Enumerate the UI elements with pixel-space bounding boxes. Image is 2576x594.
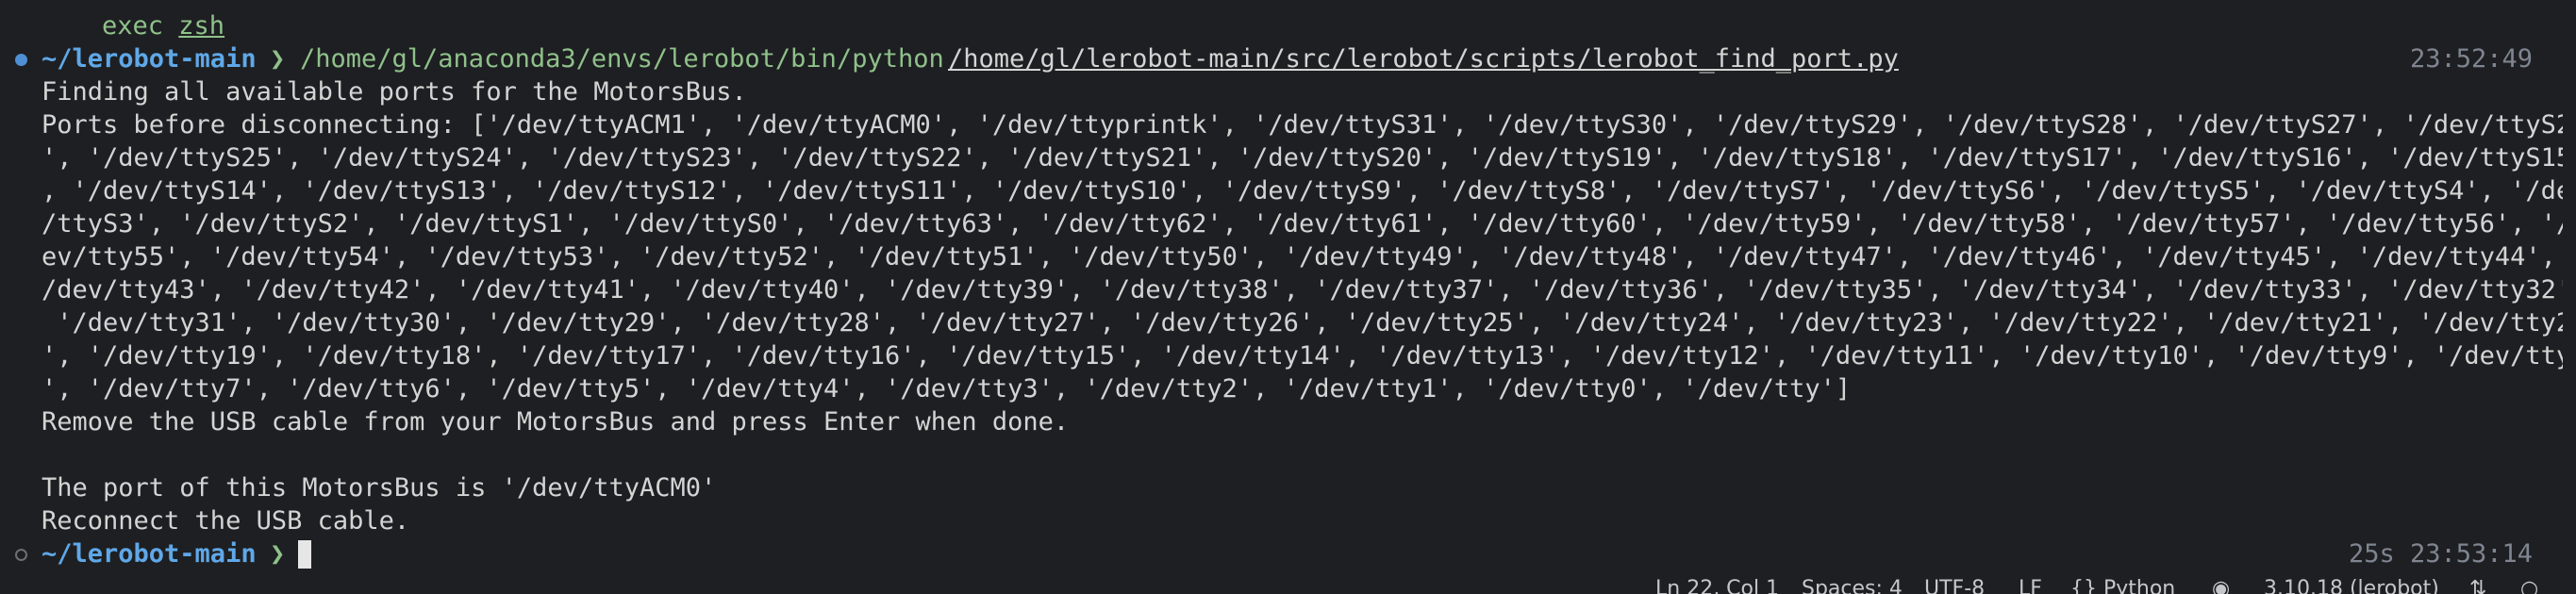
- prompt-time: 23:52:49: [2410, 44, 2534, 74]
- status-encoding[interactable]: UTF-8: [1924, 570, 1985, 594]
- prompt-line-1: ~/lerobot-main ❯ /home/gl/anaconda3/envs…: [0, 42, 2576, 75]
- status-eol[interactable]: LF: [2019, 570, 2042, 594]
- output-line: ', '/dev/tty7', '/dev/tty6', '/dev/tty5'…: [42, 374, 1852, 404]
- output-line: Reconnect the USB cable.: [42, 506, 410, 536]
- prompt-line-2: ~/lerobot-main ❯ 25s 23:53:14: [0, 537, 2576, 570]
- terminal-panel[interactable]: exec zsh ~/lerobot-main ❯ /home/gl/anaco…: [0, 0, 2576, 569]
- output-line: /dev/tty43', '/dev/tty42', '/dev/tty41',…: [42, 275, 2576, 305]
- command-interpreter[interactable]: /home/gl/anaconda3/envs/lerobot/bin/pyth…: [300, 42, 944, 75]
- output-line: ev/tty55', '/dev/tty54', '/dev/tty53', '…: [42, 242, 2576, 272]
- command-status-icon[interactable]: [15, 54, 27, 66]
- exec-command: zsh: [178, 11, 225, 41]
- terminal-scrollbar[interactable]: [2563, 0, 2576, 561]
- terminal-cursor[interactable]: [298, 540, 311, 569]
- status-interpreter[interactable]: 3.10.18 (lerobot): [2264, 570, 2439, 594]
- status-indentation[interactable]: Spaces: 4: [1802, 570, 1903, 594]
- prompt-arrow-icon: ❯: [270, 539, 286, 569]
- output-line: , '/dev/ttyS14', '/dev/ttyS13', '/dev/tt…: [42, 176, 2576, 206]
- output-line: Finding all available ports for the Moto…: [42, 77, 747, 107]
- output-line: Remove the USB cable from your MotorsBus…: [42, 407, 1070, 437]
- command-duration: 25s: [2349, 539, 2395, 569]
- status-cursor-position[interactable]: Ln 22, Col 1: [1655, 570, 1779, 594]
- exec-line: exec zsh: [102, 9, 224, 42]
- status-language[interactable]: {} Python: [2070, 570, 2175, 594]
- notifications-bell-icon[interactable]: ○: [2520, 570, 2538, 594]
- output-line: ', '/dev/tty19', '/dev/tty18', '/dev/tty…: [42, 341, 2576, 371]
- prompt-cwd: ~/lerobot-main: [42, 44, 257, 74]
- output-line: The port of this MotorsBus is '/dev/ttyA…: [42, 473, 717, 503]
- output-line: ', '/dev/ttyS25', '/dev/ttyS24', '/dev/t…: [42, 143, 2576, 173]
- command-status-icon[interactable]: [15, 549, 27, 561]
- output-line: '/dev/tty31', '/dev/tty30', '/dev/tty29'…: [42, 308, 2576, 338]
- ports-icon[interactable]: ⇅: [2469, 570, 2486, 594]
- command-script-path[interactable]: /home/gl/lerobot-main/src/lerobot/script…: [948, 42, 1899, 75]
- copilot-icon[interactable]: ◉: [2212, 570, 2230, 594]
- output-line: Ports before disconnecting: ['/dev/ttyAC…: [42, 110, 2576, 140]
- prompt-cwd: ~/lerobot-main: [42, 539, 257, 569]
- status-bar: Ln 22, Col 1 Spaces: 4 UTF-8 LF {} Pytho…: [0, 570, 2576, 594]
- prompt-time: 23:53:14: [2410, 539, 2534, 569]
- output-line: /ttyS3', '/dev/ttyS2', '/dev/ttyS1', '/d…: [42, 209, 2576, 239]
- exec-prefix: exec: [102, 11, 179, 41]
- prompt-arrow-icon: ❯: [270, 44, 286, 74]
